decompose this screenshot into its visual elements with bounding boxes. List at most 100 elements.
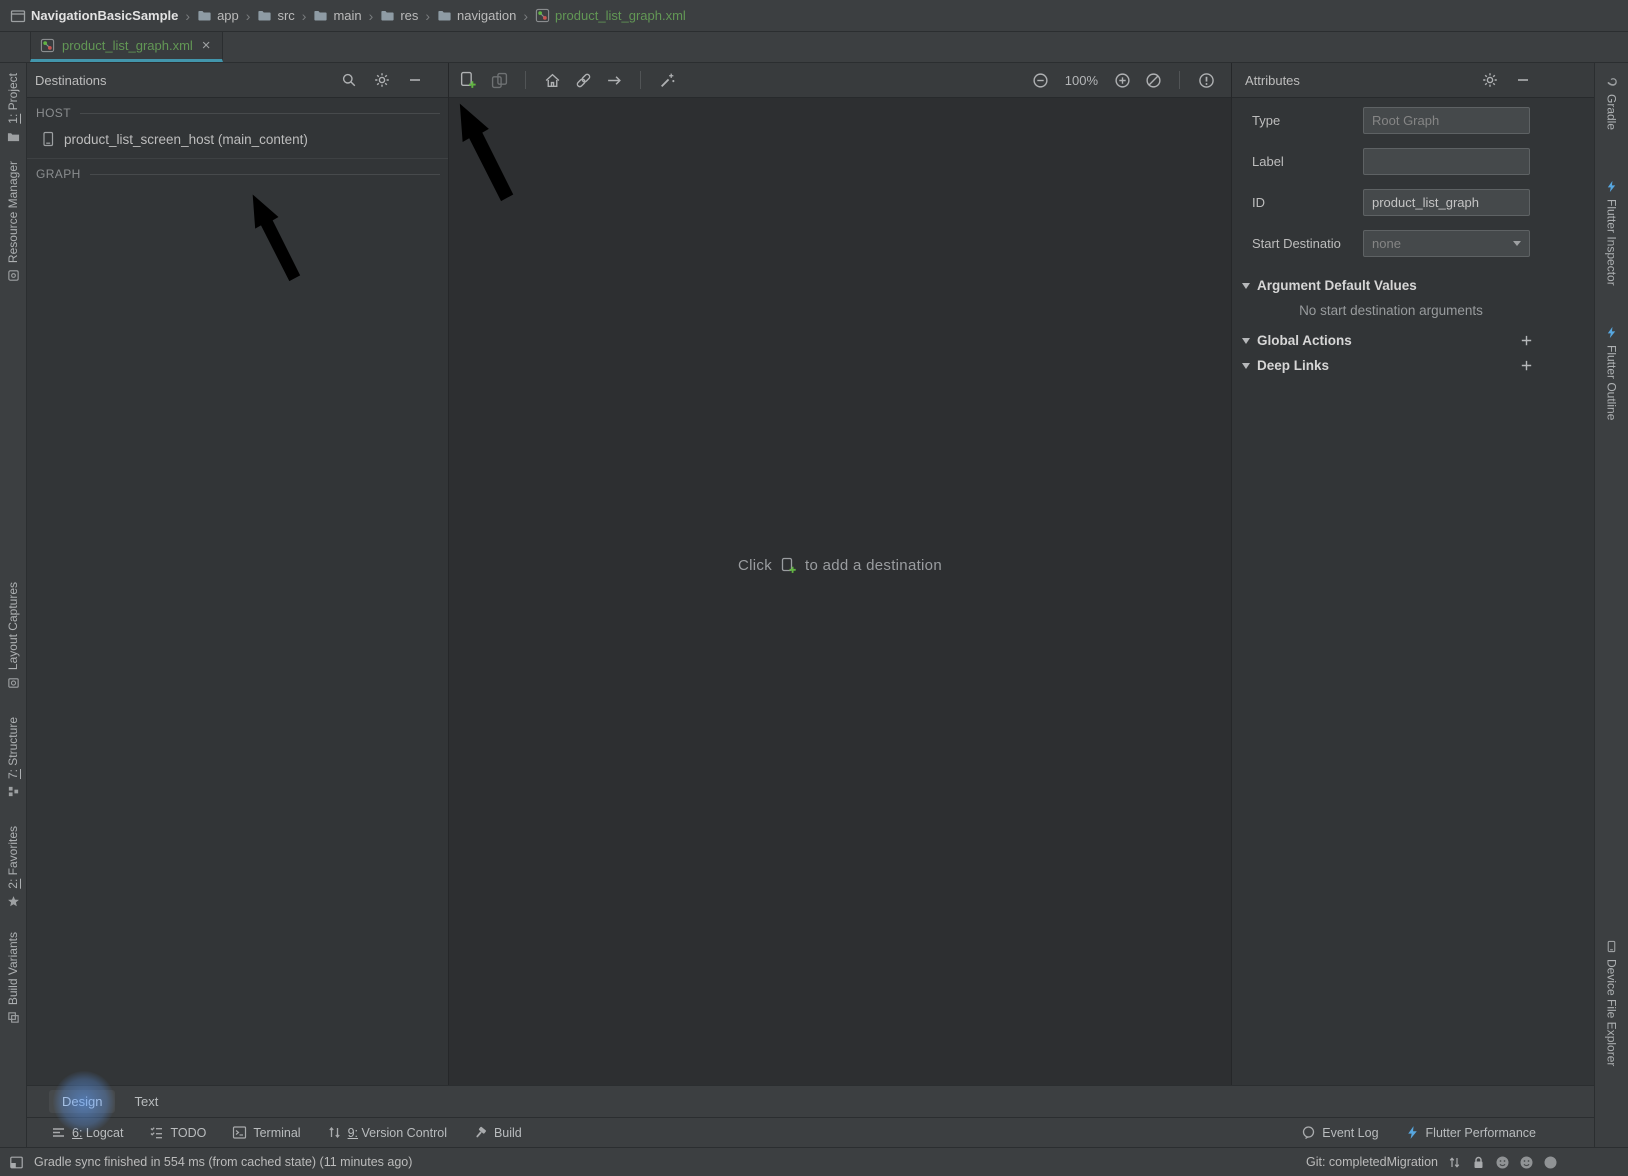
breadcrumb-item-src[interactable]: src [257, 8, 294, 23]
issues-panel-icon[interactable] [1195, 69, 1217, 91]
hide-panel-icon[interactable] [1512, 69, 1534, 91]
collapse-triangle-icon [1242, 338, 1250, 344]
sidebar-item-flutter-inspector[interactable]: Flutter Inspector [1605, 180, 1619, 286]
toolwindow-switcher-icon[interactable] [9, 1155, 24, 1170]
git-update-arrows-icon[interactable] [1447, 1155, 1462, 1170]
status-message: Gradle sync finished in 554 ms (from cac… [34, 1155, 412, 1169]
type-input[interactable]: Root Graph [1363, 107, 1530, 134]
section-deep-links[interactable]: Deep Links [1232, 353, 1594, 378]
add-deep-link-icon[interactable] [1519, 358, 1534, 373]
add-destination-icon [780, 557, 797, 574]
toolwindow-event-log[interactable]: Event Log [1301, 1125, 1378, 1140]
id-input[interactable]: product_list_graph [1363, 189, 1530, 216]
field-start-destination: Start Destinatio none [1232, 223, 1594, 264]
field-label: Start Destinatio [1252, 236, 1363, 251]
attributes-body: Type Root Graph Label ID product_list_gr… [1232, 98, 1594, 1085]
stripe-label: Layout Captures [6, 582, 20, 670]
sidebar-item-layout-captures[interactable]: Layout Captures [6, 582, 20, 689]
zoom-out-icon[interactable] [1030, 69, 1052, 91]
breadcrumb-separator-icon: › [369, 8, 374, 24]
breadcrumb-project[interactable]: NavigationBasicSample [31, 8, 178, 23]
sidebar-item-favorites[interactable]: 2: Favorites [6, 826, 20, 908]
sidebar-item-flutter-outline[interactable]: Flutter Outline [1605, 326, 1619, 420]
breadcrumb-separator-icon: › [302, 8, 307, 24]
editor-center: Destinations HOST product_lis [27, 63, 1594, 1147]
editor-mode-row: Design Text [27, 1085, 1594, 1117]
add-global-action-icon[interactable] [1519, 333, 1534, 348]
destinations-toolbar: Destinations [27, 63, 448, 98]
resource-manager-icon [7, 269, 20, 282]
nested-graph-icon[interactable] [488, 69, 510, 91]
toolwindow-label: 9: Version Control [348, 1126, 447, 1140]
deep-link-icon[interactable] [572, 69, 594, 91]
tool-window-bar: 6: Logcat TODO Terminal 9: Version Contr… [27, 1117, 1594, 1147]
layout-captures-icon [7, 676, 20, 689]
host-list-item[interactable]: product_list_screen_host (main_content) [27, 128, 448, 153]
sidebar-item-device-file-explorer[interactable]: Device File Explorer [1605, 940, 1619, 1066]
breadcrumb-label: product_list_graph.xml [555, 8, 686, 23]
build-hammer-icon [473, 1125, 488, 1140]
breadcrumb-item-res[interactable]: res [380, 8, 418, 23]
toolwindow-version-control[interactable]: 9: Version Control [327, 1125, 447, 1140]
editor-tab-bar: product_list_graph.xml × [0, 32, 1628, 63]
toolwindow-build[interactable]: Build [473, 1125, 522, 1140]
breadcrumb-item-main[interactable]: main [313, 8, 361, 23]
smiley-face-icon[interactable] [1495, 1155, 1510, 1170]
tab-product-list-graph[interactable]: product_list_graph.xml × [30, 32, 223, 62]
auto-arrange-wand-icon[interactable] [656, 69, 678, 91]
toolwindow-todo[interactable]: TODO [149, 1125, 206, 1140]
nav-canvas-panel: 100% Click to add a destination [449, 63, 1231, 1085]
lock-icon[interactable] [1471, 1155, 1486, 1170]
res-folder-icon [380, 8, 395, 23]
toolwindow-flutter-performance[interactable]: Flutter Performance [1405, 1125, 1536, 1140]
tab-text[interactable]: Text [121, 1090, 171, 1113]
terminal-icon [232, 1125, 247, 1140]
toolwindow-logcat[interactable]: 6: Logcat [51, 1125, 123, 1140]
git-branch-widget[interactable]: Git: completedMigration [1306, 1155, 1438, 1169]
add-destination-icon[interactable] [457, 69, 479, 91]
toolwindow-label: 6: Logcat [72, 1126, 123, 1140]
zoom-to-fit-icon[interactable] [1142, 69, 1164, 91]
collapse-triangle-icon [1242, 363, 1250, 369]
hide-panel-icon[interactable] [404, 69, 426, 91]
section-argument-default-values[interactable]: Argument Default Values [1232, 273, 1594, 298]
toolbar-separator [525, 71, 526, 89]
gear-icon[interactable] [1479, 69, 1501, 91]
structure-icon [7, 785, 20, 798]
breadcrumb-item-file[interactable]: product_list_graph.xml [535, 8, 686, 23]
close-icon[interactable]: × [200, 38, 213, 53]
breadcrumb-item-app[interactable]: app [197, 8, 239, 23]
stripe-label: Gradle [1605, 94, 1619, 130]
section-rule [90, 174, 440, 175]
star-icon [7, 895, 20, 908]
assign-start-home-icon[interactable] [541, 69, 563, 91]
host-phone-icon [40, 131, 56, 147]
start-destination-dropdown[interactable]: none [1363, 230, 1530, 257]
section-global-actions[interactable]: Global Actions [1232, 328, 1594, 353]
todo-icon [149, 1125, 164, 1140]
nav-graph-canvas[interactable]: Click to add a destination [449, 98, 1231, 1085]
field-type: Type Root Graph [1232, 100, 1594, 141]
search-icon[interactable] [338, 69, 360, 91]
sidebar-item-structure[interactable]: 7: Structure [6, 717, 20, 798]
toolwindow-terminal[interactable]: Terminal [232, 1125, 300, 1140]
sidebar-item-build-variants[interactable]: Build Variants [6, 932, 20, 1024]
version-control-icon [327, 1125, 342, 1140]
sidebar-item-project[interactable]: 1: Project [6, 73, 20, 143]
gradle-icon [1605, 75, 1618, 88]
zoom-in-icon[interactable] [1111, 69, 1133, 91]
action-arrow-icon[interactable] [603, 69, 625, 91]
left-tool-stripe: 1: Project Resource Manager Layout Captu… [0, 63, 27, 1147]
sidebar-item-resource-manager[interactable]: Resource Manager [6, 161, 20, 282]
gear-icon[interactable] [371, 69, 393, 91]
breadcrumb-separator-icon: › [425, 8, 430, 24]
tab-design[interactable]: Design [49, 1090, 115, 1113]
destinations-list: HOST product_list_screen_host (main_cont… [27, 98, 448, 1085]
label-input[interactable] [1363, 148, 1530, 175]
toolwindow-label: Build [494, 1126, 522, 1140]
folder-icon [197, 8, 212, 23]
flutter-bolt-icon [1605, 180, 1618, 193]
smiley-face-icon[interactable] [1519, 1155, 1534, 1170]
sidebar-item-gradle[interactable]: Gradle [1605, 75, 1619, 130]
breadcrumb-item-navigation[interactable]: navigation [437, 8, 516, 23]
